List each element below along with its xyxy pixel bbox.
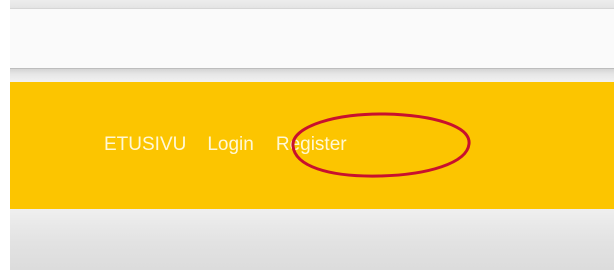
main-navigation: ETUSIVU Login Register	[10, 82, 614, 209]
nav-link-register[interactable]: Register	[276, 134, 347, 156]
nav-link-login[interactable]: Login	[207, 134, 254, 156]
top-bar	[10, 9, 614, 68]
content-strip	[10, 209, 614, 270]
top-border	[10, 0, 614, 9]
page-frame: ETUSIVU Login Register	[0, 0, 614, 270]
top-bar-shadow	[10, 68, 614, 83]
nav-items: ETUSIVU Login Register	[104, 134, 347, 156]
nav-link-home[interactable]: ETUSIVU	[104, 134, 186, 156]
